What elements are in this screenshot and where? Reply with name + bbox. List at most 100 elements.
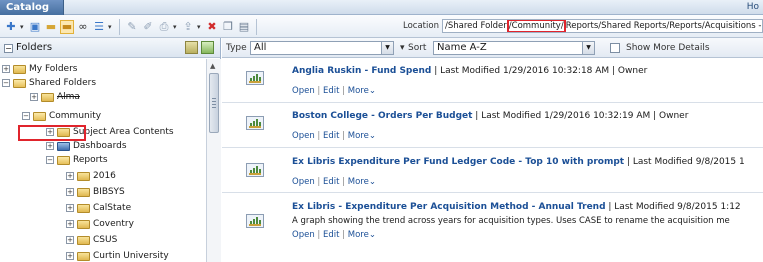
open-link[interactable]: Open (292, 131, 315, 141)
folders-title: Folders (16, 42, 53, 53)
folders-scrollbar[interactable]: ▲ (206, 59, 221, 262)
folder-icon (77, 187, 90, 197)
chevron-down-icon[interactable]: ⌄ (369, 177, 376, 187)
chevron-down-icon[interactable]: ▼ (582, 42, 594, 54)
folder-icon (77, 219, 90, 229)
open-icon[interactable]: ▣ (28, 20, 42, 34)
list-item: Anglia Ruskin - Fund Spend | Last Modifi… (222, 59, 763, 103)
print-dropdown-icon[interactable]: ▾ (173, 23, 179, 31)
location-path-after: Reports/Shared Reports/Reports/Acquisiti… (565, 21, 762, 31)
expand-icon[interactable]: + (66, 188, 74, 196)
open-link[interactable]: Open (292, 177, 315, 187)
expand-icon[interactable]: + (66, 252, 74, 260)
tree-node-dashboards[interactable]: + Dashboards (46, 140, 127, 152)
home-link[interactable]: Ho (747, 0, 759, 15)
tree-node-label: BIBSYS (93, 187, 125, 197)
copy-icon[interactable]: ❐ (221, 20, 235, 34)
refresh-folders-icon[interactable] (201, 41, 214, 54)
scroll-up-icon[interactable]: ▲ (210, 62, 215, 70)
item-actions: Open | Edit | More⌄ (292, 130, 376, 142)
type-select[interactable]: All ▼ (250, 41, 394, 55)
item-name-link[interactable]: Ex Libris - Expenditure Per Acquisition … (292, 202, 606, 212)
more-link[interactable]: More (348, 230, 369, 240)
more-link[interactable]: More (348, 177, 369, 187)
binoculars-icon[interactable]: ∞ (76, 20, 90, 34)
list-item: Ex Libris - Expenditure Per Acquisition … (222, 194, 763, 262)
pencil-icon[interactable]: ✐ (141, 20, 155, 34)
tree-node-curtin-university[interactable]: + Curtin University (66, 250, 169, 262)
paste-icon[interactable]: ▤ (237, 20, 251, 34)
tree-node-coventry[interactable]: + Coventry (66, 218, 134, 230)
tree-node-bibsys[interactable]: + BIBSYS (66, 186, 125, 198)
chevron-down-icon[interactable]: ▼ (381, 42, 393, 54)
show-more-details-checkbox[interactable] (610, 43, 620, 53)
catalog-tab[interactable]: Catalog (0, 0, 64, 15)
sort-label: Sort (408, 43, 427, 53)
tree-node-community[interactable]: − Community (22, 110, 101, 122)
tree-node-label: Curtin University (93, 251, 169, 261)
collapse-icon[interactable]: − (2, 79, 10, 87)
location-path-highlighted[interactable]: /Community/ (506, 20, 566, 32)
tree-node-label: Alma (57, 92, 80, 102)
item-actions: Open | Edit | More⌄ (292, 85, 376, 97)
print-icon[interactable]: ⎙ (157, 20, 171, 34)
tree-node-csus[interactable]: + CSUS (66, 234, 117, 246)
open-link[interactable]: Open (292, 230, 315, 240)
expand-icon[interactable]: + (2, 65, 10, 73)
expand-icon[interactable]: + (66, 204, 74, 212)
more-link[interactable]: More (348, 86, 369, 96)
chevron-down-icon[interactable]: ⌄ (369, 131, 376, 141)
sort-select-value: Name A-Z (437, 42, 487, 53)
collapse-folders-icon[interactable]: − (4, 44, 13, 53)
analysis-icon (246, 71, 264, 85)
edit-link[interactable]: Edit (323, 131, 339, 141)
sort-icon[interactable]: ▾ (400, 42, 405, 54)
location-breadcrumb[interactable]: /Shared Folder/Community/Reports/Shared … (442, 19, 763, 33)
open-link[interactable]: Open (292, 86, 315, 96)
folder-icon[interactable]: ▬ (44, 20, 58, 34)
collapse-icon[interactable]: − (22, 112, 30, 120)
folder-icon (77, 203, 90, 213)
sort-select[interactable]: Name A-Z ▼ (433, 41, 595, 55)
expand-icon[interactable]: + (46, 142, 54, 150)
edit-link[interactable]: Edit (323, 86, 339, 96)
tree-node-shared-folders[interactable]: − Shared Folders (2, 77, 96, 89)
list-item: Ex Libris Expenditure Per Fund Ledger Co… (222, 149, 763, 193)
tree-node-label: My Folders (29, 64, 78, 74)
tree-node-label: CSUS (93, 235, 118, 245)
tree-node-label: CalState (93, 203, 132, 213)
share-icon[interactable]: ⇪ (181, 20, 195, 34)
scrollbar-thumb[interactable] (209, 73, 219, 133)
chevron-down-icon[interactable]: ⌄ (369, 230, 376, 240)
tree-node-calstate[interactable]: + CalState (66, 202, 131, 214)
item-name-link[interactable]: Boston College - Orders Per Budget (292, 111, 472, 121)
view-dropdown-icon[interactable]: ▾ (108, 23, 114, 31)
new-icon[interactable]: ✚ (4, 20, 18, 34)
folders-pane: − Folders + My Folders − Shared Folders +… (0, 38, 221, 262)
collapse-icon[interactable]: − (46, 156, 54, 164)
view-list-icon[interactable]: ☰ (92, 20, 106, 34)
new-dropdown-icon[interactable]: ▾ (20, 23, 26, 31)
new-folder-icon[interactable] (185, 41, 198, 54)
tree-node-2016[interactable]: + 2016 (66, 170, 116, 182)
edit-icon[interactable]: ✎ (125, 20, 139, 34)
edit-link[interactable]: Edit (323, 177, 339, 187)
expand-icon[interactable]: + (30, 93, 38, 101)
edit-link[interactable]: Edit (323, 230, 339, 240)
item-name-link[interactable]: Anglia Ruskin - Fund Spend (292, 66, 431, 76)
more-link[interactable]: More (348, 131, 369, 141)
expand-icon[interactable]: + (66, 236, 74, 244)
chevron-down-icon[interactable]: ⌄ (369, 86, 376, 96)
item-name-link[interactable]: Ex Libris Expenditure Per Fund Ledger Co… (292, 157, 624, 167)
delete-icon[interactable]: ✖ (205, 20, 219, 34)
tree-node-reports[interactable]: − Reports (46, 154, 108, 166)
tree-node-my-folders[interactable]: + My Folders (2, 63, 77, 75)
share-dropdown-icon[interactable]: ▾ (197, 23, 203, 31)
separator: | (342, 86, 346, 96)
filter-bar: Type All ▼ ▾ Sort Name A-Z ▼ Show More D… (222, 38, 763, 58)
expand-icon[interactable]: + (66, 220, 74, 228)
folder-highlight-icon[interactable]: ▬ (60, 19, 74, 34)
expand-icon[interactable]: + (66, 172, 74, 180)
toolbar-icons: ✚ ▾ ▣ ▬ ▬ ∞ ☰ ▾ ✎ ✐ ⎙ ▾ ⇪ ▾ ✖ ❐ ▤ (4, 18, 260, 35)
tree-node-alma[interactable]: + Alma (30, 91, 80, 103)
